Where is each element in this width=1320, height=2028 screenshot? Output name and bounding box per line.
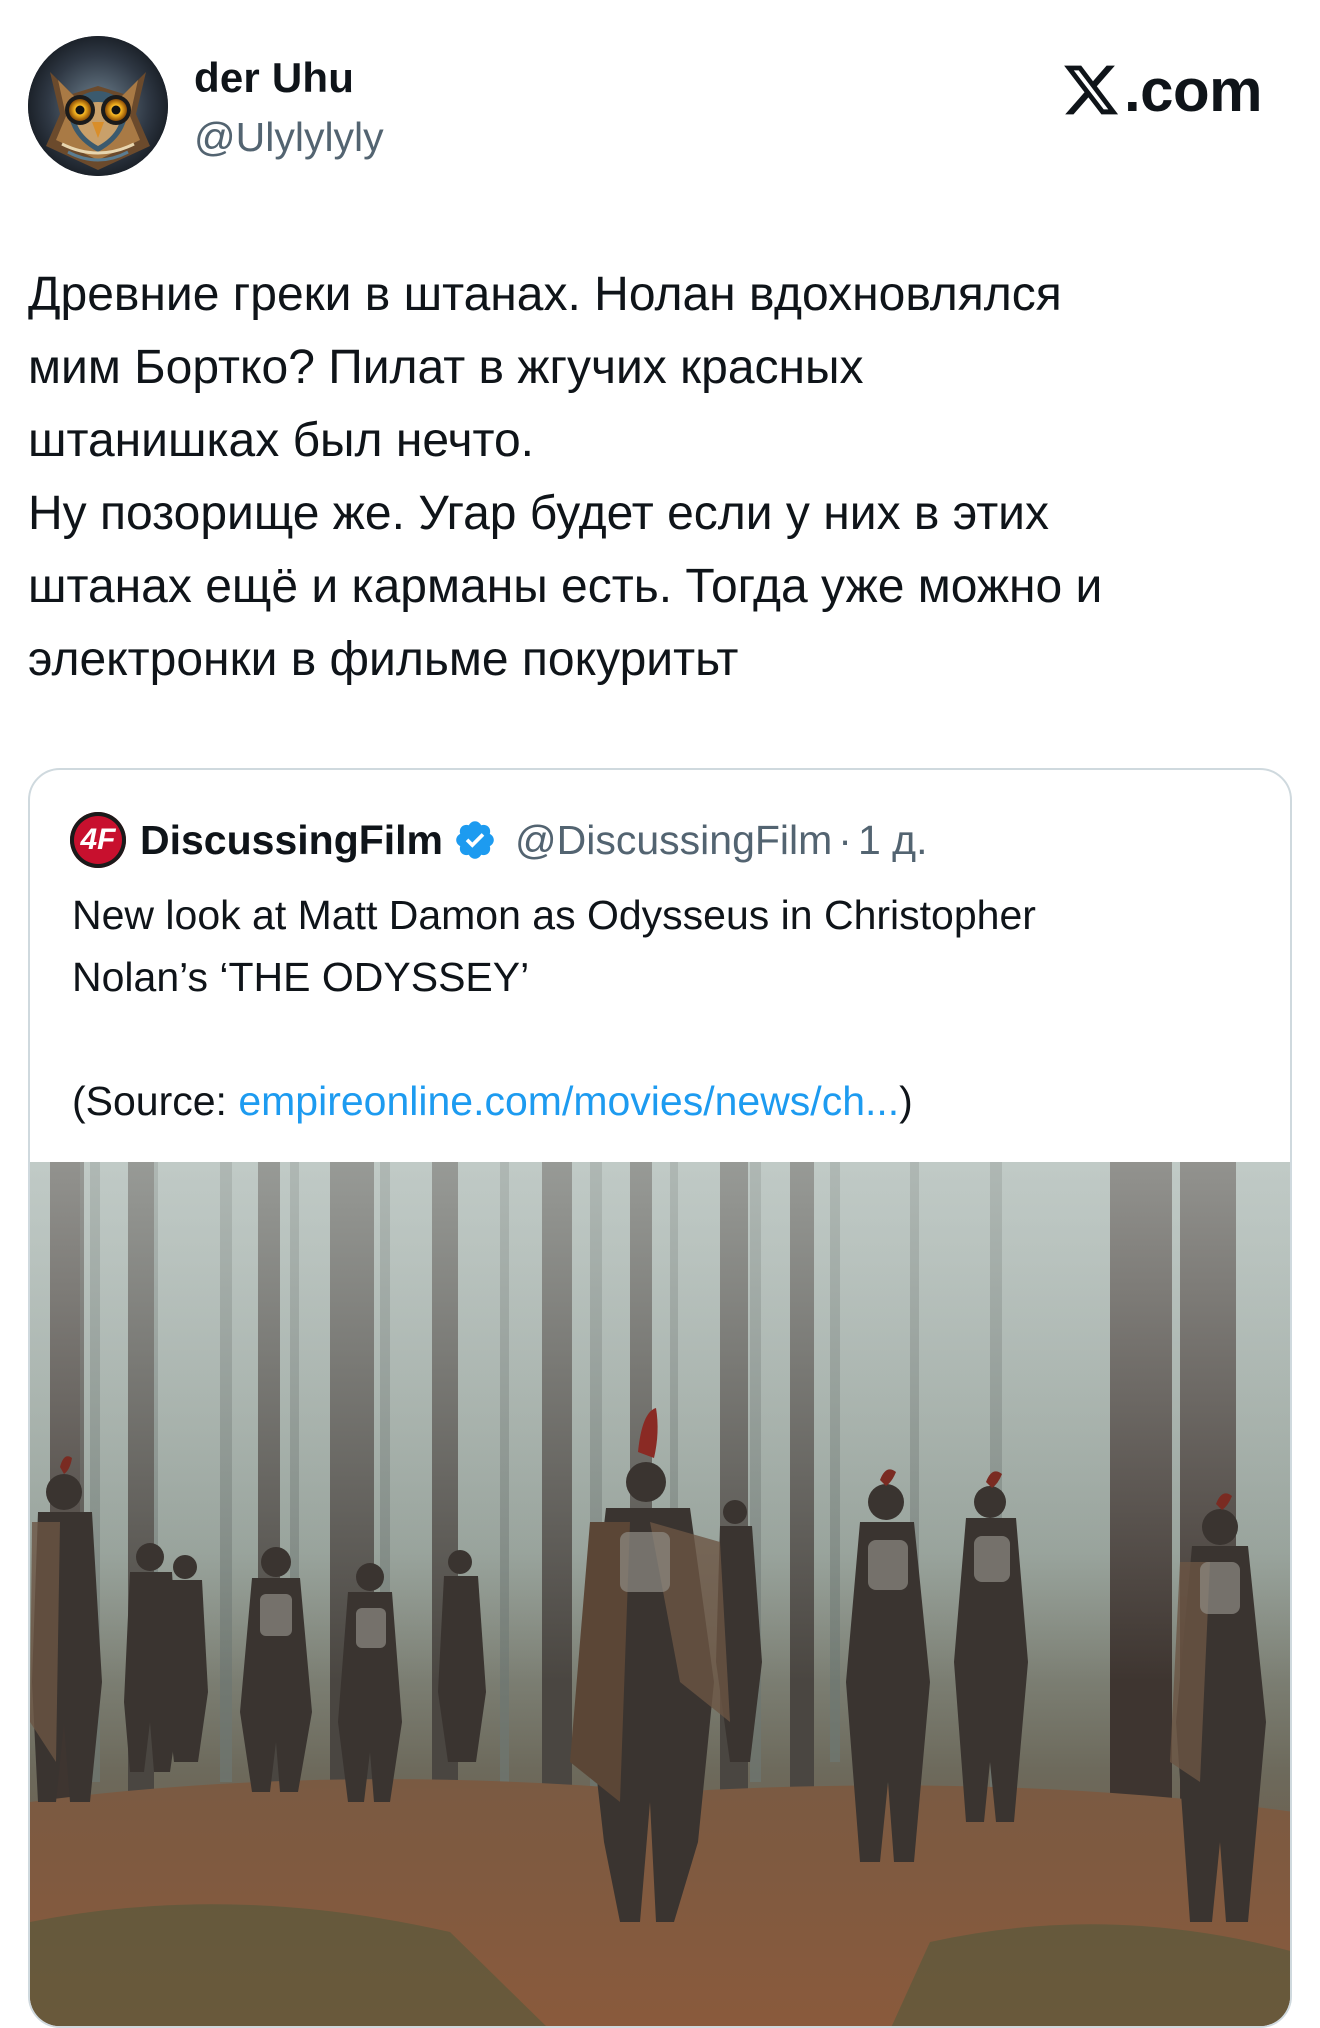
source-link[interactable]: empireonline.com/movies/news/ch... [238,1078,899,1124]
tweet-text-line: электронки в фильме покуритьт [28,633,739,686]
user-handle[interactable]: @Ulylylyly [194,114,384,161]
tweet-body: Древние греки в штанах. Нолан вдохновлял… [28,258,1288,696]
tweet-text-line: штанах ещё и карманы есть. Тогда уже мож… [28,560,1103,613]
quoted-tweet-body: New look at Matt Damon as Odysseus in Ch… [72,884,1252,1132]
tweet-text-line: мим Бортко? Пилат в жгучих красных [28,341,864,394]
owl-avatar-icon[interactable] [28,36,168,176]
tweet-text-line: Древние греки в штанах. Нолан вдохновлял… [28,268,1062,321]
quoted-tweet-card[interactable]: 4F DiscussingFilm @DiscussingFilm · 1 д.… [28,768,1292,2028]
quoted-text-line: Nolan’s ‘THE ODYSSEY’ [72,954,530,1000]
quoted-author-name[interactable]: DiscussingFilm [140,817,443,864]
user-display-name[interactable]: der Uhu [194,54,354,102]
tweet-text-line: штанишках был нечто. [28,414,534,467]
film-still-image[interactable] [30,1162,1290,2026]
verified-badge-icon [456,821,494,859]
quoted-text-line: New look at Matt Damon as Odysseus in Ch… [72,892,1036,938]
quoted-tweet-header: 4F DiscussingFilm @DiscussingFilm · 1 д. [70,812,927,868]
source-prefix: (Source: [72,1078,239,1124]
source-suffix: ) [899,1078,913,1124]
x-logo-icon [1064,65,1119,115]
logo-text: 4F [80,823,116,856]
quoted-timestamp[interactable]: 1 д. [858,817,928,864]
tweet-text-line: Ну позорище же. Угар будет если у них в … [28,487,1049,540]
tweet-header: der Uhu @Ulylylyly .com [28,36,1292,182]
dot-separator: · [838,816,852,863]
brand-domain-text: .com [1123,56,1263,124]
x-brand: .com [1060,50,1263,130]
source-line: (Source: empireonline.com/movies/news/ch… [72,1070,1252,1132]
quoted-author-handle[interactable]: @DiscussingFilm [515,817,832,864]
discussingfilm-logo-icon[interactable]: 4F [70,812,126,868]
